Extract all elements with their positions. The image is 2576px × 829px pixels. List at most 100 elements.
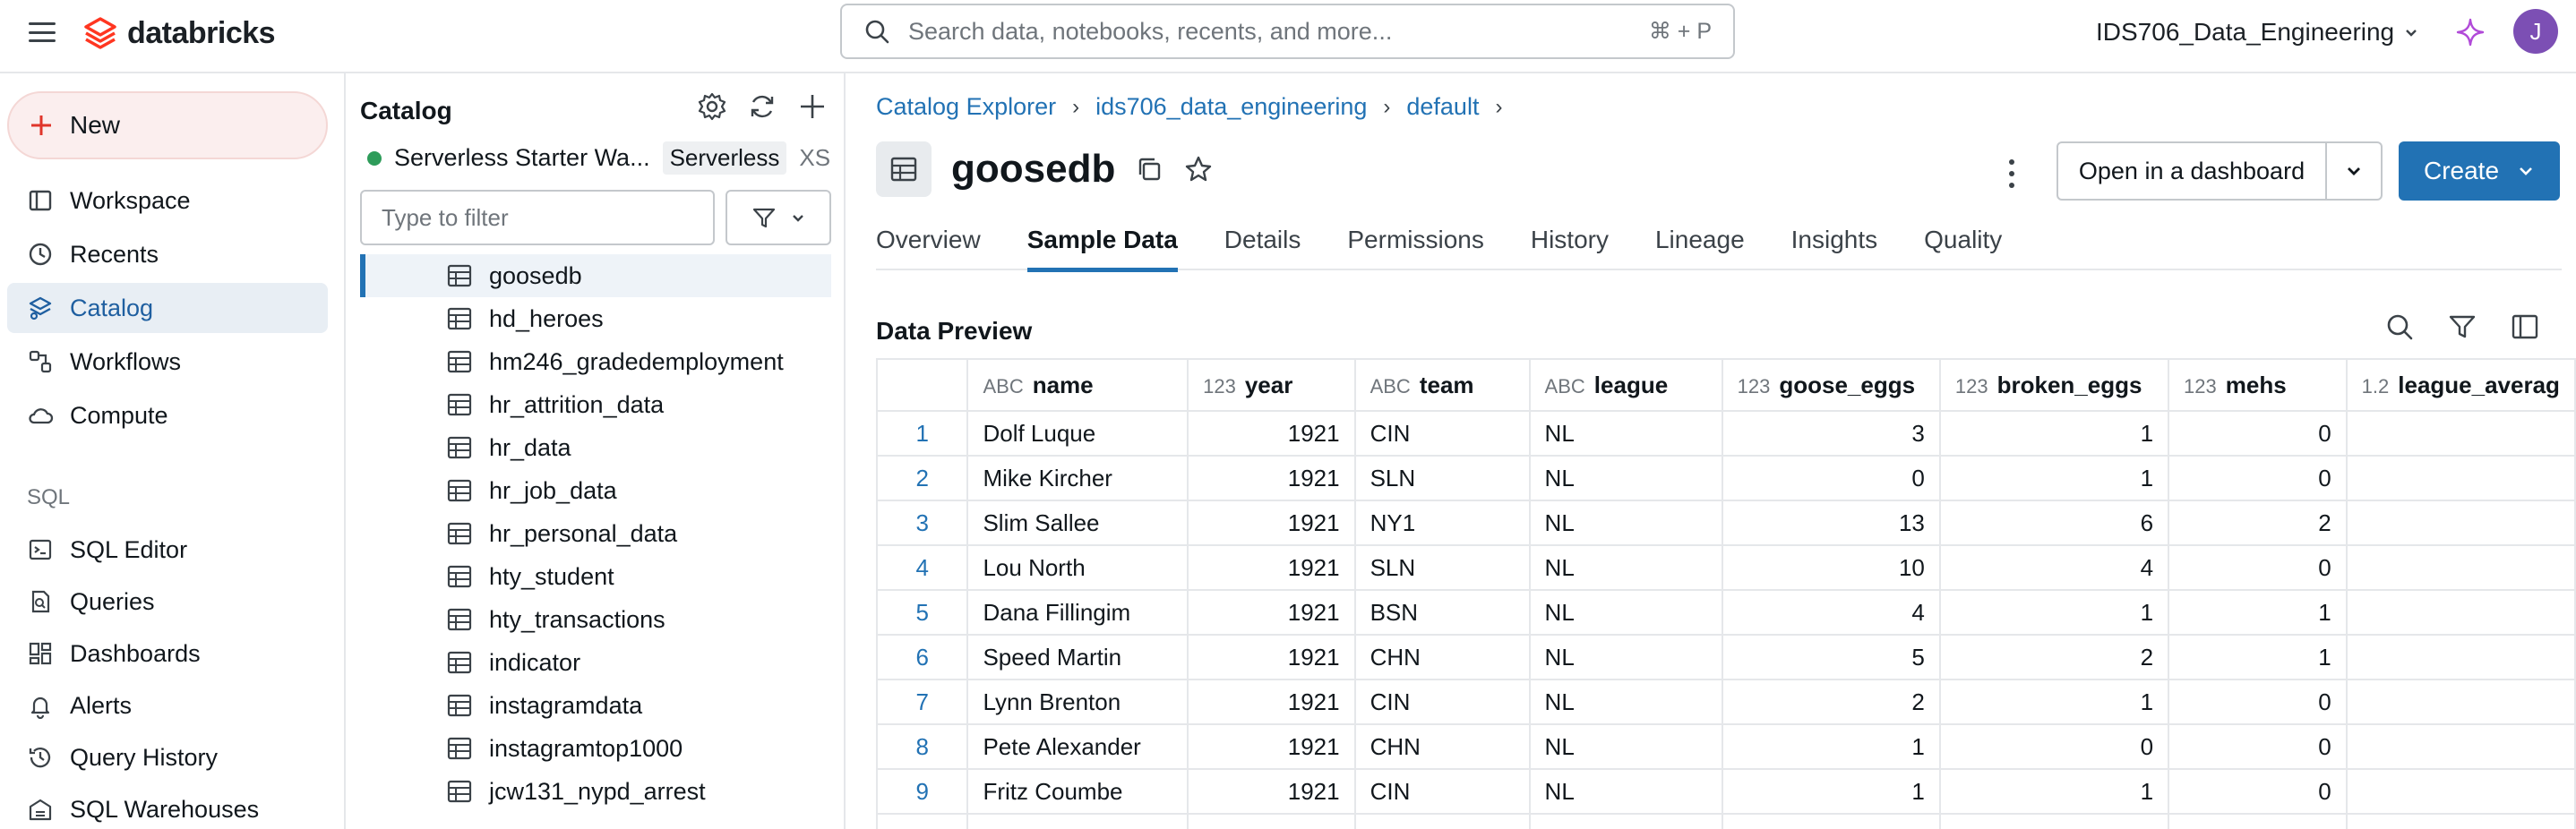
table-cell[interactable]: 0 xyxy=(1721,455,1941,501)
tab-insights[interactable]: Insights xyxy=(1791,220,1878,270)
table-cell[interactable] xyxy=(2345,679,2576,725)
breadcrumb-catalog-explorer[interactable]: Catalog Explorer xyxy=(876,93,1056,121)
table-cell[interactable]: 1 xyxy=(2168,589,2348,636)
create-button[interactable]: Create xyxy=(2399,141,2560,201)
nav-item-sql-warehouses[interactable]: SQL Warehouses xyxy=(7,784,328,829)
table-cell[interactable]: 5 xyxy=(1721,634,1941,680)
column-header[interactable]: 123 goose_eggs xyxy=(1721,358,1941,412)
table-cell[interactable]: 1921 xyxy=(1187,544,1356,591)
table-cell[interactable]: 1921 xyxy=(1187,768,1356,815)
catalog-filter-button[interactable] xyxy=(726,190,831,245)
table-cell[interactable] xyxy=(2345,410,2576,457)
more-options-icon[interactable] xyxy=(2003,156,2021,192)
table-cell[interactable]: 2 xyxy=(1938,634,2170,680)
breadcrumb-schema[interactable]: default xyxy=(1406,93,1479,121)
nav-item-sql-editor[interactable]: SQL Editor xyxy=(7,525,328,575)
table-cell[interactable]: 1 xyxy=(2168,634,2348,680)
filter-icon[interactable] xyxy=(2447,312,2477,342)
table-cell[interactable]: 1 xyxy=(1938,410,2170,457)
table-cell[interactable]: 0 xyxy=(1938,723,2170,770)
assistant-sparkle-icon[interactable] xyxy=(2454,16,2486,48)
table-cell[interactable] xyxy=(2345,544,2576,591)
table-cell[interactable]: 3 xyxy=(1721,410,1941,457)
column-header[interactable]: 123 year xyxy=(1187,358,1356,412)
table-cell[interactable]: NL xyxy=(1528,500,1723,546)
catalog-tree-table-item[interactable]: goosedb xyxy=(360,254,831,297)
catalog-tree-table-item[interactable]: hd_heroes xyxy=(360,297,831,340)
nav-item-alerts[interactable]: Alerts xyxy=(7,680,328,731)
column-header[interactable]: ABC team xyxy=(1353,358,1531,412)
table-cell[interactable]: Fritz Coumbe xyxy=(966,768,1189,815)
table-cell[interactable]: 0 xyxy=(2168,679,2348,725)
table-cell[interactable]: 1921 xyxy=(1187,589,1356,636)
column-header[interactable]: 123 mehs xyxy=(2168,358,2348,412)
table-cell[interactable]: 1 xyxy=(1721,723,1941,770)
column-header[interactable]: 1.2 league_averag xyxy=(2345,358,2576,412)
table-cell[interactable]: CHN xyxy=(1353,723,1531,770)
catalog-tree-table-item[interactable]: hty_student xyxy=(360,555,831,598)
table-cell[interactable]: 1 xyxy=(1938,589,2170,636)
table-cell[interactable] xyxy=(2345,589,2576,636)
table-cell[interactable]: 13 xyxy=(1721,500,1941,546)
table-cell[interactable] xyxy=(2345,723,2576,770)
catalog-tree-table-item[interactable]: instagramdata xyxy=(360,684,831,727)
table-cell[interactable]: 4 xyxy=(1938,544,2170,591)
table-cell[interactable]: 1921 xyxy=(1187,679,1356,725)
column-header[interactable]: 123 broken_eggs xyxy=(1938,358,2170,412)
table-cell[interactable]: 0 xyxy=(2168,544,2348,591)
table-cell[interactable]: 4 xyxy=(1721,589,1941,636)
table-cell[interactable]: NL xyxy=(1528,768,1723,815)
new-button[interactable]: New xyxy=(7,91,328,159)
copy-icon[interactable] xyxy=(1135,155,1163,184)
tab-overview[interactable]: Overview xyxy=(876,220,981,270)
catalog-tree-table-item[interactable]: hr_data xyxy=(360,426,831,469)
table-cell[interactable]: NL xyxy=(1528,410,1723,457)
catalog-tree-table-item[interactable]: hty_transactions xyxy=(360,598,831,641)
table-cell[interactable]: CHN xyxy=(1353,634,1531,680)
table-cell[interactable] xyxy=(2345,455,2576,501)
tab-permissions[interactable]: Permissions xyxy=(1347,220,1483,270)
table-cell[interactable]: 0 xyxy=(2168,455,2348,501)
table-cell[interactable]: Mike Kircher xyxy=(966,455,1189,501)
table-cell[interactable]: NY1 xyxy=(1353,500,1531,546)
table-cell[interactable] xyxy=(2345,500,2576,546)
tab-history[interactable]: History xyxy=(1531,220,1609,270)
menu-icon[interactable] xyxy=(27,19,57,46)
side-panel-icon[interactable] xyxy=(2510,312,2540,342)
table-cell[interactable]: Speed Martin xyxy=(966,634,1189,680)
catalog-tree-table-item[interactable]: jcw131_nypd_arrest xyxy=(360,770,831,813)
nav-item-workflows[interactable]: Workflows xyxy=(7,337,328,387)
table-cell[interactable]: NL xyxy=(1528,544,1723,591)
nav-item-queries[interactable]: Queries xyxy=(7,577,328,627)
table-cell[interactable]: Dolf Luque xyxy=(966,410,1189,457)
table-cell[interactable]: BSN xyxy=(1353,589,1531,636)
open-in-dashboard-dropdown[interactable] xyxy=(2325,141,2383,201)
tab-quality[interactable]: Quality xyxy=(1924,220,2002,270)
tab-details[interactable]: Details xyxy=(1224,220,1301,270)
table-cell[interactable]: 1921 xyxy=(1187,500,1356,546)
table-cell[interactable]: NL xyxy=(1528,589,1723,636)
table-cell[interactable]: NL xyxy=(1528,455,1723,501)
table-cell[interactable]: 1 xyxy=(1938,455,2170,501)
table-cell[interactable]: Lynn Brenton xyxy=(966,679,1189,725)
gear-icon[interactable] xyxy=(697,91,727,122)
refresh-icon[interactable] xyxy=(747,91,777,122)
star-icon[interactable] xyxy=(1183,154,1214,184)
table-cell[interactable]: CIN xyxy=(1353,410,1531,457)
nav-item-compute[interactable]: Compute xyxy=(7,390,328,440)
table-cell[interactable]: NL xyxy=(1528,634,1723,680)
catalog-tree-table-item[interactable]: instagramtop1000 xyxy=(360,727,831,770)
global-search[interactable]: Search data, notebooks, recents, and mor… xyxy=(840,4,1735,59)
table-cell[interactable]: 1921 xyxy=(1187,455,1356,501)
nav-item-dashboards[interactable]: Dashboards xyxy=(7,628,328,679)
nav-item-query-history[interactable]: Query History xyxy=(7,732,328,782)
nav-item-workspace[interactable]: Workspace xyxy=(7,175,328,226)
table-cell[interactable]: CIN xyxy=(1353,768,1531,815)
table-cell[interactable]: Slim Sallee xyxy=(966,500,1189,546)
catalog-tree-table-item[interactable]: hr_attrition_data xyxy=(360,383,831,426)
table-cell[interactable]: 0 xyxy=(2168,723,2348,770)
table-cell[interactable]: SLN xyxy=(1353,455,1531,501)
open-in-dashboard-button[interactable]: Open in a dashboard xyxy=(2057,141,2327,201)
tab-lineage[interactable]: Lineage xyxy=(1655,220,1745,270)
catalog-tree-table-item[interactable]: hr_personal_data xyxy=(360,512,831,555)
